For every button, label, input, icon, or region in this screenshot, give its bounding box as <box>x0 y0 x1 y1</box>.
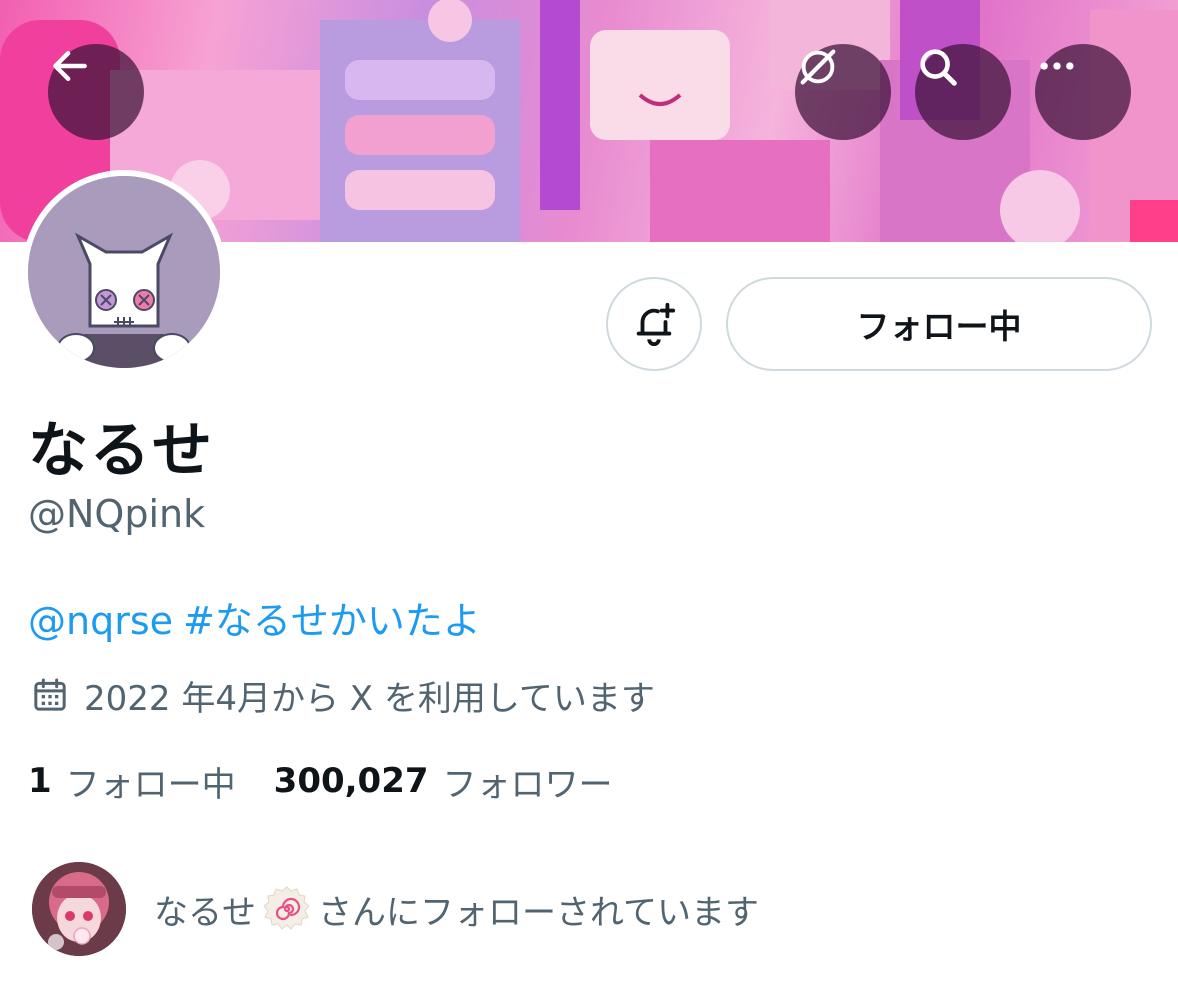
followed-by-name: なるせ <box>154 892 256 933</box>
joined-text: 2022 年4月から X を利用しています <box>84 678 655 719</box>
back-button[interactable] <box>48 44 144 140</box>
search-icon <box>920 49 957 86</box>
follow-stats: 1 フォロー中 300,027 フォロワー <box>28 757 651 806</box>
avatar-image <box>28 176 220 368</box>
search-button[interactable] <box>915 44 1011 140</box>
calendar-icon <box>30 675 70 715</box>
following-label: フォロー中 <box>65 764 236 805</box>
grok-button[interactable] <box>795 44 891 140</box>
bell-plus-icon <box>636 302 676 346</box>
grok-icon <box>800 49 836 85</box>
more-horizontal-icon <box>1040 62 1074 70</box>
followed-by-suffix: さんにフォローされています <box>318 892 759 933</box>
user-handle: @NQpink <box>28 492 206 536</box>
followers-count: 300,027 <box>273 761 429 801</box>
following-button-label: フォロー中 <box>856 307 1022 346</box>
naruto-fishcake-icon <box>262 884 312 934</box>
followers-label: フォロワー <box>442 764 613 805</box>
following-stat[interactable]: 1 フォロー中 <box>28 757 236 806</box>
follower-avatar <box>32 862 126 956</box>
bio-hashtag-link[interactable]: #なるせかいたよ <box>183 599 481 643</box>
following-count: 1 <box>28 761 52 801</box>
followed-by-row[interactable]: なるせ さんにフォローされています <box>32 862 759 956</box>
cat-avatar-illustration <box>28 176 220 368</box>
arrow-left-icon <box>53 50 87 82</box>
profile-avatar[interactable] <box>22 170 226 374</box>
profile-page: フォロー中 なるせ @NQpink @nqrse #なるせかいたよ 2022 年4… <box>0 0 1178 1008</box>
more-button[interactable] <box>1035 44 1131 140</box>
followers-stat[interactable]: 300,027 フォロワー <box>274 757 613 806</box>
notifications-button[interactable] <box>606 277 702 371</box>
followed-by-text: なるせ さんにフォローされています <box>154 884 759 934</box>
display-name: なるせ <box>28 416 214 486</box>
profile-bio: @nqrse #なるせかいたよ <box>28 590 491 645</box>
bio-mention-link[interactable]: @nqrse <box>28 599 173 643</box>
following-button[interactable]: フォロー中 <box>726 277 1152 371</box>
joined-date: 2022 年4月から X を利用しています <box>30 672 655 719</box>
